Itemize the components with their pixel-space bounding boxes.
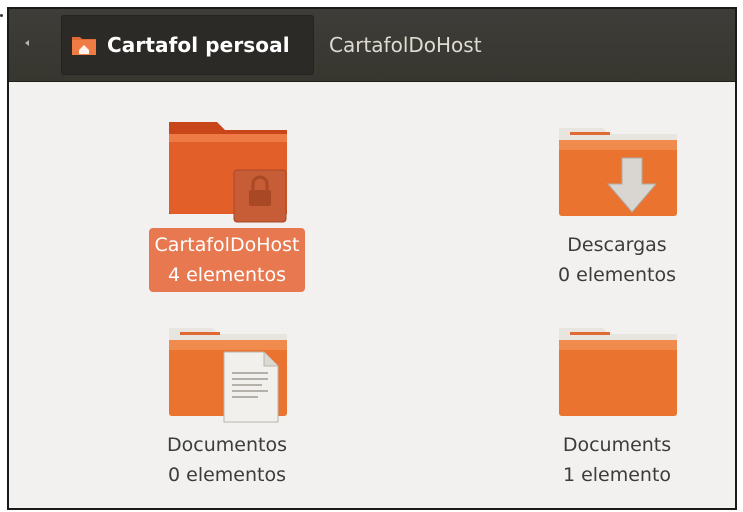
- item-name: Descargas: [567, 234, 667, 256]
- path-bar: Cartafol persoal CartafolDoHost: [9, 9, 735, 82]
- breadcrumb-current[interactable]: CartafolDoHost: [329, 15, 482, 75]
- file-grid: CartafolDoHost 4 elementos Descargas 0 e…: [9, 82, 735, 508]
- home-folder-icon: [71, 34, 97, 56]
- downloads-folder-icon: [552, 114, 682, 224]
- back-arrow-icon[interactable]: [25, 40, 29, 46]
- breadcrumb-home-label: Cartafol persoal: [107, 33, 290, 57]
- item-name: CartafolDoHost: [154, 234, 300, 256]
- item-count: 1 elemento: [562, 464, 672, 486]
- folder-icon: [552, 314, 682, 424]
- locked-folder-icon: [162, 114, 292, 224]
- item-name: Documents: [562, 434, 672, 456]
- corner-dot: [0, 14, 3, 17]
- grid-item-documents[interactable]: Documents 1 elemento: [512, 314, 722, 492]
- grid-item-cartafoldohost[interactable]: CartafolDoHost 4 elementos: [122, 114, 332, 292]
- documents-folder-icon: [162, 314, 292, 424]
- item-count: 4 elementos: [167, 264, 286, 286]
- item-label: Documentos 0 elementos: [161, 428, 293, 492]
- item-label: Descargas 0 elementos: [552, 228, 682, 292]
- file-manager-window: Cartafol persoal CartafolDoHost Cartafol…: [7, 7, 737, 510]
- item-label: Documents 1 elemento: [557, 428, 677, 492]
- item-label: CartafolDoHost 4 elementos: [148, 228, 306, 292]
- breadcrumb-current-label: CartafolDoHost: [329, 33, 482, 57]
- grid-item-documentos[interactable]: Documentos 0 elementos: [122, 314, 332, 492]
- grid-item-descargas[interactable]: Descargas 0 elementos: [512, 114, 722, 292]
- item-name: Documentos: [167, 434, 287, 456]
- item-count: 0 elementos: [558, 264, 676, 286]
- breadcrumb-home[interactable]: Cartafol persoal: [61, 15, 314, 75]
- item-count: 0 elementos: [168, 464, 286, 486]
